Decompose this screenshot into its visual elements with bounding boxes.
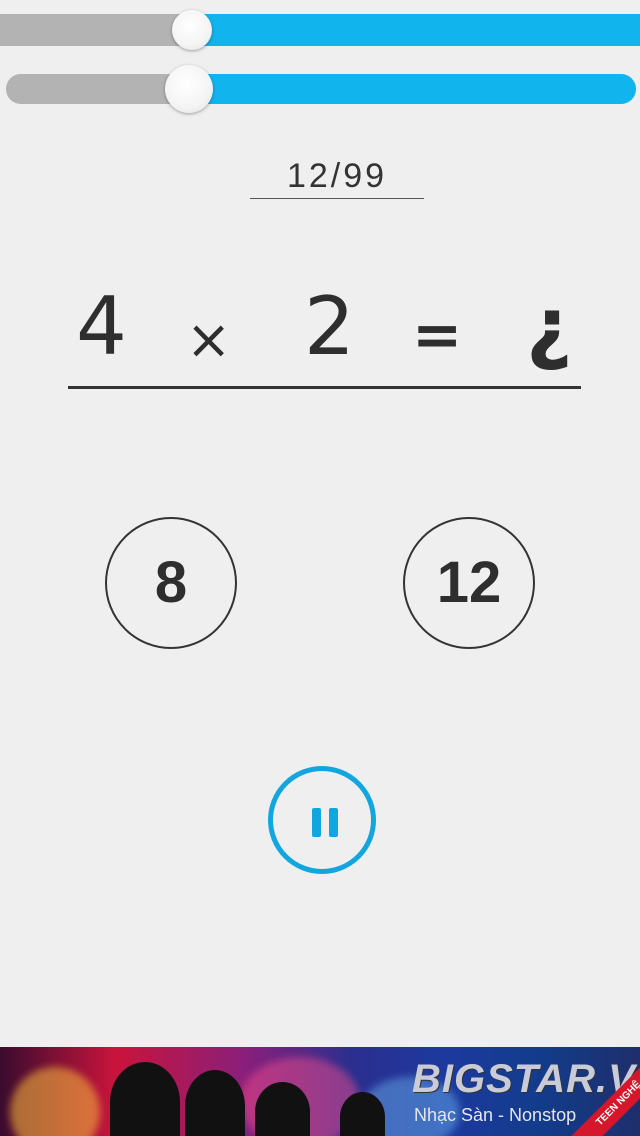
banner-tagline: Nhạc Sàn - Nonstop <box>414 1105 577 1125</box>
ad-banner[interactable]: BIGSTAR.VN Nhạc Sàn - Nonstop TEEN NGHỆ … <box>0 1047 640 1136</box>
answer-option-2[interactable]: 12 <box>403 517 535 649</box>
timer-slider-elapsed <box>6 74 189 104</box>
top-progress-bar <box>0 14 640 46</box>
equals-sign: = <box>412 300 463 370</box>
operator-sign: × <box>186 308 232 371</box>
equation-underline <box>68 386 581 389</box>
timer-slider-remaining <box>189 74 636 104</box>
operand-b: 2 <box>304 280 355 373</box>
operand-a: 4 <box>76 280 127 373</box>
progress-bar-remaining <box>192 14 640 46</box>
answer-option-1[interactable]: 8 <box>105 517 237 649</box>
pause-button[interactable] <box>268 766 376 874</box>
progress-bar-elapsed <box>0 14 192 46</box>
banner-brand: BIGSTAR.VN <box>412 1057 640 1101</box>
unknown-result: ¿ <box>526 280 573 373</box>
timer-slider-knob[interactable] <box>165 65 213 113</box>
question-counter: 12/99 <box>250 152 424 199</box>
progress-bar-knob[interactable] <box>172 10 212 50</box>
timer-slider[interactable] <box>6 74 636 104</box>
